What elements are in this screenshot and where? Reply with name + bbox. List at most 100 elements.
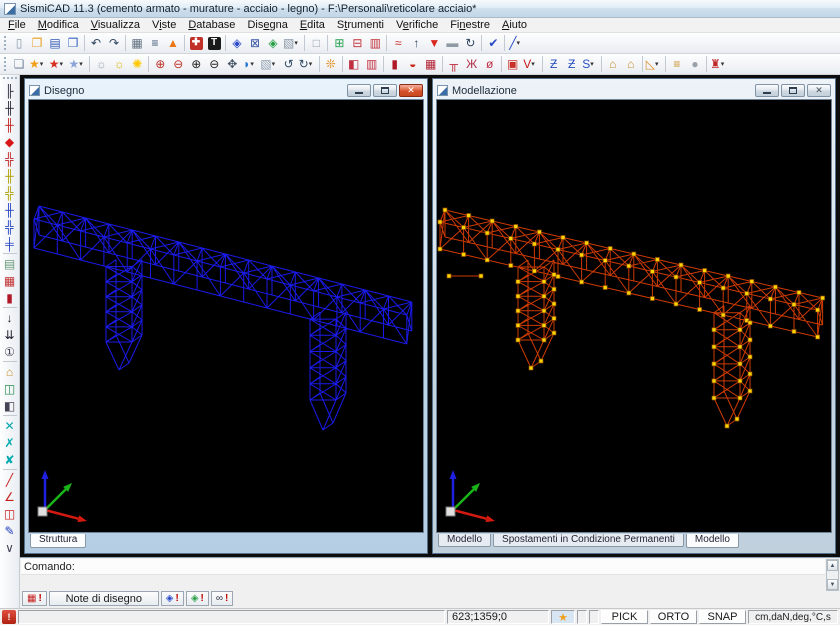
levels-button[interactable]: ≡: [146, 34, 164, 52]
sezione-z2-button[interactable]: Ƶ: [563, 55, 581, 73]
tab-modello[interactable]: Modello: [686, 534, 739, 548]
dropdown-caret-icon[interactable]: ▾: [516, 39, 523, 47]
asta-gialla-1-button[interactable]: ╫: [1, 167, 19, 184]
verify-check-button[interactable]: ✔: [484, 34, 502, 52]
status-star-icon[interactable]: ★: [551, 610, 575, 624]
solaio-3d-button[interactable]: ▤: [1, 255, 19, 272]
profilo-s-button[interactable]: S▾: [581, 55, 599, 73]
save-file-button[interactable]: ▤: [46, 34, 64, 52]
new-file-button[interactable]: ▯: [10, 34, 28, 52]
zoom-in-button[interactable]: ⊕: [187, 55, 205, 73]
elimina-x-12-button[interactable]: ✘: [1, 451, 19, 468]
terreno-button[interactable]: ●: [686, 55, 704, 73]
capriata-2-button[interactable]: ⌂: [622, 55, 640, 73]
zoom-previous-button[interactable]: ⊖: [169, 55, 187, 73]
solaio-button[interactable]: ▣: [504, 55, 522, 73]
pick-toggle[interactable]: PICK: [601, 610, 648, 624]
window-column-button[interactable]: ▥: [366, 34, 384, 52]
redo-button[interactable]: ↷: [105, 34, 123, 52]
criteria-grid-button[interactable]: ▦: [128, 34, 146, 52]
menu-database[interactable]: Database: [182, 19, 241, 31]
isolatori-button[interactable]: ≡: [668, 55, 686, 73]
materials-button[interactable]: ✚: [187, 34, 205, 52]
asta-gialla-2-button[interactable]: ╬: [1, 184, 19, 201]
search-alert-button[interactable]: ∞!: [211, 591, 233, 606]
capriata-laterale-button[interactable]: ⌂: [1, 363, 19, 380]
verifica-button[interactable]: V▾: [522, 55, 540, 73]
scroll-down-icon[interactable]: ▼: [827, 579, 838, 590]
diagram-curve-button[interactable]: ≈: [389, 34, 407, 52]
maximize-button[interactable]: [781, 84, 805, 97]
zoom-window-button[interactable]: ⊕: [151, 55, 169, 73]
menu-visualizza[interactable]: Visualizza: [85, 19, 146, 31]
filter-star-orange-button[interactable]: ★▾: [28, 55, 48, 73]
vincolo-rosso-button[interactable]: ╫: [1, 116, 19, 133]
view-direction-button[interactable]: ◈: [264, 34, 282, 52]
plinto-button[interactable]: ◒: [404, 55, 422, 73]
menu-strumenti[interactable]: Strumenti: [331, 19, 390, 31]
tab-struttura[interactable]: Struttura: [30, 534, 86, 548]
elimina-x-a-button[interactable]: ✗: [1, 434, 19, 451]
area-carico-1-button[interactable]: ①: [1, 343, 19, 360]
disegno-titlebar[interactable]: Disegno ✕: [28, 82, 424, 99]
dropdown-caret-icon[interactable]: ▾: [590, 60, 597, 68]
filter-star-blue-button[interactable]: ★▾: [68, 55, 88, 73]
capriata-1-button[interactable]: ⌂: [604, 55, 622, 73]
dropdown-caret-icon[interactable]: ▾: [309, 60, 316, 68]
new-view-button[interactable]: □: [307, 34, 325, 52]
asta-nodo-2-button[interactable]: ╫: [1, 99, 19, 116]
zoom-out-button[interactable]: ⊖: [205, 55, 223, 73]
penna-button[interactable]: ✎: [1, 522, 19, 539]
status-alert-icon[interactable]: !: [2, 610, 16, 624]
menu-viste[interactable]: Viste: [146, 19, 182, 31]
diamante-rosso-button[interactable]: ◆: [1, 133, 19, 150]
lamp-on-button[interactable]: ☼: [110, 55, 128, 73]
filter-star-red-button[interactable]: ★▾: [48, 55, 68, 73]
treno-carichi-button[interactable]: ◫: [1, 505, 19, 522]
dropdown-caret-icon[interactable]: ▾: [531, 60, 538, 68]
dropdown-caret-icon[interactable]: ▾: [250, 60, 257, 68]
model-view-alert-button[interactable]: ◈!: [161, 591, 184, 606]
asta-rossa-button[interactable]: ╬: [1, 150, 19, 167]
dropdown-caret-icon[interactable]: ▾: [294, 39, 301, 47]
asta-nodo-1-button[interactable]: ╟: [1, 82, 19, 99]
fill-red-button[interactable]: ▼: [425, 34, 443, 52]
minimize-button[interactable]: [755, 84, 779, 97]
menu-edita[interactable]: Edita: [294, 19, 331, 31]
graticcio-button[interactable]: ▦: [1, 272, 19, 289]
open-file-button[interactable]: ❐: [28, 34, 46, 52]
menu-verifiche[interactable]: Verifiche: [390, 19, 444, 31]
fill-gray-button[interactable]: ▬: [443, 34, 461, 52]
window-frame-button[interactable]: ⊟: [348, 34, 366, 52]
dropdown-caret-icon[interactable]: ▾: [60, 60, 67, 68]
menu-file[interactable]: File: [2, 19, 32, 31]
pilastro-button[interactable]: ▮: [386, 55, 404, 73]
view-disc-button[interactable]: ◗▾: [241, 55, 259, 73]
altri-comandi-button[interactable]: ∨: [1, 539, 19, 556]
rotate-entity-button[interactable]: ↻: [461, 34, 479, 52]
pan-button[interactable]: ✥: [223, 55, 241, 73]
asta-inclinata-button[interactable]: ø: [481, 55, 499, 73]
menu-finestre[interactable]: Finestre: [444, 19, 496, 31]
dropdown-caret-icon[interactable]: ▾: [79, 60, 86, 68]
menu-disegna[interactable]: Disegna: [241, 19, 293, 31]
text-styles-button[interactable]: T: [205, 34, 223, 52]
pannello-1-button[interactable]: ◧: [1, 397, 19, 414]
drawing-notes-alert-button[interactable]: ▦!: [22, 591, 47, 606]
close-button[interactable]: ✕: [399, 84, 423, 97]
orbit-horizontal-button[interactable]: ↺: [280, 55, 298, 73]
modellazione-canvas[interactable]: [436, 99, 832, 533]
save-all-button[interactable]: ❒: [64, 34, 82, 52]
layers-button[interactable]: ❏: [10, 55, 28, 73]
palo-button[interactable]: ▦: [422, 55, 440, 73]
orbit-vertical-button[interactable]: ↻▾: [298, 55, 317, 73]
close-button[interactable]: ✕: [807, 84, 831, 97]
disegno-canvas[interactable]: [28, 99, 424, 533]
linea-rossa-button[interactable]: ╱: [1, 471, 19, 488]
command-scrollbar[interactable]: ▲ ▼: [826, 559, 839, 591]
snap-toggle[interactable]: SNAP: [699, 610, 746, 624]
asta-blu-2-button[interactable]: ╬: [1, 218, 19, 235]
dropdown-caret-icon[interactable]: ▾: [40, 60, 47, 68]
orto-toggle[interactable]: ORTO: [650, 610, 697, 624]
tab-spostamenti-in-condizione-permanenti[interactable]: Spostamenti in Condizione Permanenti: [493, 534, 684, 547]
